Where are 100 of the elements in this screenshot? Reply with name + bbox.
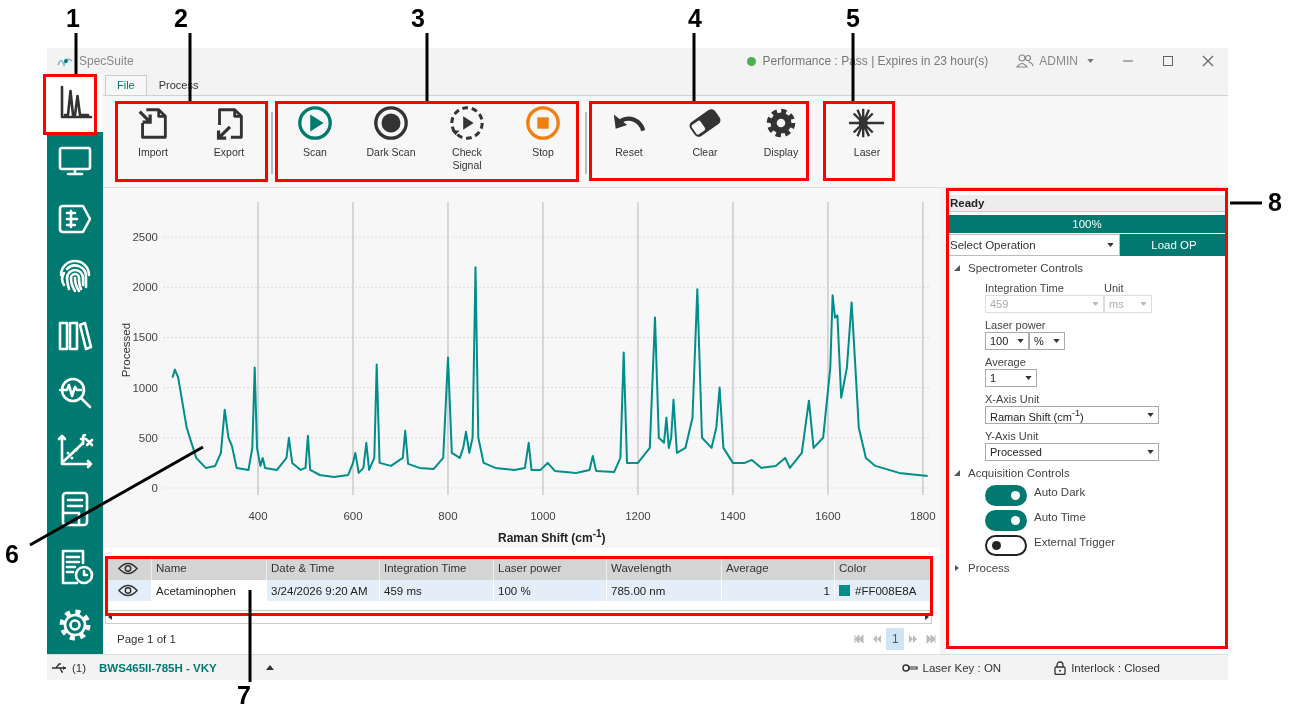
tick-label: 600	[343, 510, 363, 522]
toolbar-button[interactable]: Import	[115, 104, 191, 159]
callout-number: 5	[846, 4, 860, 32]
table-cell: 785.00 nm	[607, 580, 722, 601]
callout-number: 3	[411, 4, 425, 32]
toggle-label: Auto Dark	[1034, 485, 1086, 498]
device-name[interactable]: BWS465II-785H - VKY	[99, 661, 217, 674]
table-cell: 459 ms	[380, 580, 494, 601]
caret-icon	[1053, 339, 1060, 343]
field-label: Integration Time	[985, 282, 1065, 295]
play-icon	[296, 104, 334, 142]
page-button[interactable]: 1	[886, 628, 904, 650]
caret-icon	[1147, 450, 1154, 454]
axis-label: Raman Shift (cm$^{-1}$)	[498, 528, 606, 545]
color-code: #FF008E8A	[855, 584, 917, 597]
eye-icon[interactable]	[118, 584, 138, 597]
stop-icon	[524, 104, 562, 142]
load-button[interactable]: Load OP	[1120, 234, 1228, 256]
tick-label: 1000	[132, 381, 158, 394]
tick-label: 400	[248, 510, 268, 522]
toolbar-button[interactable]: Export	[191, 104, 267, 159]
callout-number: 8	[1268, 188, 1282, 216]
key-icon	[901, 661, 918, 674]
toggle-switch[interactable]	[985, 510, 1027, 531]
operation-dropdown[interactable]: Select Operation	[946, 234, 1120, 256]
toolbar-button[interactable]: Dark Scan	[353, 104, 429, 172]
toggle-switch[interactable]	[985, 535, 1027, 556]
section-title[interactable]: Process	[968, 562, 1010, 574]
tick-label: 1400	[720, 510, 746, 522]
caret-icon	[1140, 302, 1147, 306]
tick-label: 2000	[132, 281, 158, 294]
scroll-right-icon[interactable]	[923, 613, 931, 621]
toolbar-button[interactable]: Stop	[505, 104, 581, 172]
scroll-left-icon[interactable]	[106, 613, 114, 621]
page-info: Page 1 of 1	[117, 633, 176, 645]
toolbar-button[interactable]: Clear	[667, 104, 743, 159]
collapse-icon[interactable]	[954, 265, 960, 271]
maximize-icon	[1162, 55, 1174, 67]
ribbon-tab[interactable]: File	[105, 75, 147, 95]
eye-icon[interactable]	[118, 561, 138, 575]
check-signal-icon	[448, 104, 486, 142]
axis-label: Processed	[120, 322, 132, 378]
field-label: Average	[985, 356, 1027, 369]
device-count: (1)	[72, 661, 87, 674]
tick-label: 1500	[132, 331, 158, 344]
leader-line	[692, 33, 696, 101]
toggle-label: Auto Time	[1034, 510, 1086, 523]
toggle-label: External Trigger	[1034, 535, 1116, 548]
tick-label: 500	[138, 431, 158, 444]
usb-icon	[51, 661, 67, 674]
callout-number: 2	[174, 4, 188, 32]
dropdown[interactable]: Processed	[985, 443, 1159, 461]
dropdown[interactable]: Raman Shift (cm$^{-1}$)	[985, 406, 1159, 424]
toolbar-button[interactable]: Check Signal	[429, 104, 505, 172]
section-title[interactable]: Acquisition Controls	[968, 467, 1070, 479]
tick-label: 1200	[625, 510, 651, 522]
close-icon	[1202, 55, 1214, 67]
users-icon	[1016, 54, 1035, 68]
caret-icon	[1147, 413, 1154, 417]
highlight-frame	[43, 74, 97, 135]
dropdown[interactable]: 100	[985, 332, 1029, 350]
table-cell: 1	[722, 580, 835, 601]
window-title: SpecSuite	[79, 54, 134, 68]
status-label: Ready	[946, 195, 1228, 212]
expand-icon[interactable]	[954, 565, 960, 571]
field-label: Y-Axis Unit	[985, 430, 1040, 443]
record-icon	[372, 104, 410, 142]
dropdown[interactable]: 1	[985, 369, 1037, 387]
collapse-icon[interactable]	[954, 470, 960, 476]
leader-line	[425, 33, 429, 101]
function-icon	[55, 431, 95, 471]
expand-up-icon[interactable]	[265, 665, 274, 670]
interlock-status: Interlock : Closed	[1071, 661, 1160, 674]
toolbar-button[interactable]: Laser	[829, 104, 905, 159]
sidebar-item[interactable]	[47, 74, 103, 132]
tick-label: 0	[151, 482, 158, 494]
dropdown[interactable]: %	[1029, 332, 1065, 350]
field-label: Unit	[1104, 282, 1125, 295]
toolbar-button[interactable]: Scan	[277, 104, 353, 172]
table-cell: 100 %	[494, 580, 607, 601]
tick-label: 1000	[530, 510, 556, 522]
toggle-switch[interactable]	[985, 485, 1027, 506]
toolbar-button[interactable]: Reset	[591, 104, 667, 159]
app-logo-icon	[57, 55, 73, 67]
section-title[interactable]: Spectrometer Controls	[968, 262, 1084, 274]
caret-icon	[1092, 302, 1099, 306]
laser-key-status: Laser Key : ON	[922, 661, 1002, 674]
field-label: Laser power	[985, 319, 1047, 332]
leader-line	[1230, 201, 1262, 205]
caret-icon	[1087, 59, 1094, 63]
caret-icon	[1017, 339, 1024, 343]
tick-label: 2500	[132, 231, 158, 244]
callout-number: 6	[5, 540, 19, 568]
field-label: X-Axis Unit	[985, 393, 1041, 406]
progress-text: 100%	[1071, 217, 1103, 232]
toolbar-button[interactable]: Display	[743, 104, 819, 159]
lock-icon	[1054, 660, 1067, 675]
callout-number: 7	[237, 681, 251, 708]
caret-icon	[1025, 376, 1032, 380]
horizontal-scrollbar[interactable]	[105, 610, 932, 624]
